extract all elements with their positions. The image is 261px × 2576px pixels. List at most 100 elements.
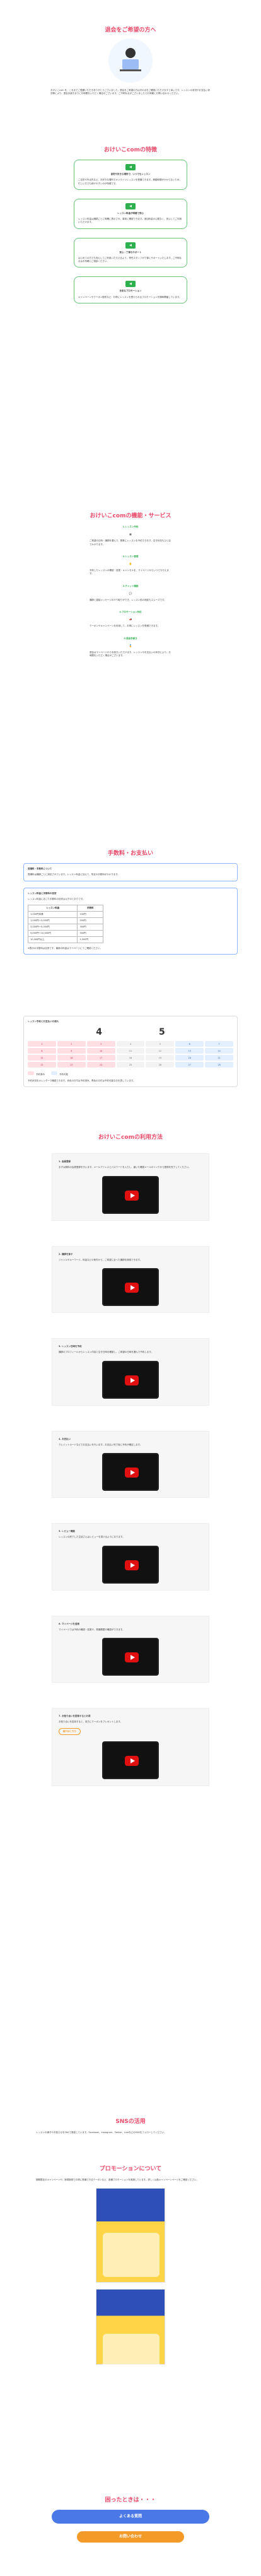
video-player[interactable] xyxy=(102,1638,159,1676)
howto-step-body: 講師のプロフィールからレッスン内容と空き日時を確認し、ご希望の日時を選んで予約し… xyxy=(59,1351,153,1354)
features-section: おけいこcomの特徴 ◀ 自宅や好きな場所で、いつでもレッスン ご自宅や外出先な… xyxy=(0,145,261,303)
howto-step-2: 2. 講師を探す ジャンルやキーワード、料金などの条件から、ご希望に合った講師を… xyxy=(52,1245,209,1313)
howto-step-body: まずは無料の会員登録を行います。メールアドレスとパスワードを入力し、届いた確認メ… xyxy=(59,1166,191,1169)
calendar-day: 24 xyxy=(86,1062,115,1068)
feature-heading: レッスン料金が明確で安心 xyxy=(117,211,144,215)
calendar-day: 9 xyxy=(57,1048,86,1054)
laptop-icon xyxy=(119,47,141,71)
calendar-day: 2 xyxy=(57,1041,86,1047)
calendar-month-a: 4 xyxy=(96,1027,102,1038)
chat-icon: 💬 xyxy=(129,591,132,595)
video-player[interactable] xyxy=(102,1175,159,1214)
megaphone-icon: ◀ xyxy=(125,242,136,249)
features-title: おけいこcomの特徴 xyxy=(104,147,157,153)
video-player[interactable] xyxy=(102,1360,159,1399)
video-player[interactable] xyxy=(102,1268,159,1306)
calendar-day: 13 xyxy=(175,1048,204,1054)
feature-card-3: ◀ 安心・丁寧なサポート はじめての方でも安心してご利用いただけるよう、専任スタ… xyxy=(74,237,187,268)
calendar-day: 3 xyxy=(86,1041,115,1047)
calendar-day: 23 xyxy=(57,1062,86,1068)
person-with-laptop-illustration xyxy=(108,38,153,83)
howto-step-heading: 4. お支払い xyxy=(59,1437,71,1440)
service-body: 講師と直接メッセージのやり取りができ、レッスン前の相談もスムーズです。 xyxy=(90,598,166,601)
calendar-day: 8 xyxy=(28,1048,56,1054)
faq-button[interactable]: よくある質問 xyxy=(52,2510,209,2524)
megaphone-icon: ◀ xyxy=(125,164,136,170)
legend-available: 予約可能 xyxy=(51,1071,68,1076)
howto-step-body: ジャンルやキーワード、料金などの条件から、ご希望に合った講師を検索できます。 xyxy=(59,1258,142,1261)
referral-badge[interactable]: 紹介はこちら xyxy=(59,1727,81,1735)
service-item-5: 5.退会手続き 🏅 退会はマイページから手続きいただけます。レッスンやお支払いの… xyxy=(90,637,171,658)
service-heading: 5.退会手続き xyxy=(124,637,137,640)
feature-heading: 自宅や好きな場所で、いつでもレッスン xyxy=(110,173,151,175)
table-cell: 300円 xyxy=(77,924,103,931)
howto-title: おけいこcomの利用方法 xyxy=(98,1134,163,1141)
calendar-day: 14 xyxy=(205,1048,233,1054)
feature-heading: 多彩なプロモーション xyxy=(119,290,142,293)
table-row: 1,000円〜3,000円 200円 xyxy=(27,917,103,924)
calendar-day: 1 xyxy=(28,1041,56,1047)
table-cell: 1,000円未満 xyxy=(27,911,78,918)
calendar-icon: ▦ xyxy=(129,532,132,536)
table-cell: 3,000円〜5,000円 xyxy=(27,924,78,931)
video-player[interactable] xyxy=(102,1741,159,1779)
calendar-day: 17 xyxy=(86,1055,115,1061)
calendar-day: 16 xyxy=(57,1055,86,1061)
table-cell: 500円 xyxy=(77,930,103,937)
legend-reserved: 予約済み xyxy=(28,1071,45,1076)
howto-step-5: 5. レビュー機能 レッスンの終了した生徒さんはレビューを書けるようになります。 xyxy=(52,1523,209,1591)
fees-box-text: レッスン料金に応じた手数料の目安は以下のとおりです。 xyxy=(28,897,85,900)
feature-heading: 安心・丁寧なサポート xyxy=(119,250,142,254)
feature-body: ご自宅や外出先など、お好きな場所でオンラインレッスンを受講できます。移動時間がか… xyxy=(78,179,182,185)
service-body: 退会はマイページから手続きいただけます。レッスンやお支払いの状況により、お時間を… xyxy=(90,650,171,657)
service-heading: 1.レッスン予約 xyxy=(122,526,139,528)
feature-body: キャンペーンやクーポン配布など、お得にレッスンを受けられるプロモーションを随時開… xyxy=(78,295,182,298)
video-player[interactable] xyxy=(102,1545,159,1584)
table-cell: 10,000円以上 xyxy=(27,936,78,943)
howto-step-heading: 6. マイページを活用 xyxy=(59,1622,79,1625)
table-cell: 200円 xyxy=(77,917,103,924)
service-heading: 3.チャット機能 xyxy=(122,584,139,587)
table-header: レッスン料金 xyxy=(27,905,78,912)
calendar-day: 26 xyxy=(146,1062,175,1068)
howto-section: おけいこcomの利用方法 1. 会員登録 まずは無料の会員登録を行います。メール… xyxy=(0,1132,261,1786)
table-cell: 100円 xyxy=(77,911,103,918)
howto-step-heading: 3. レッスン日時を予約 xyxy=(59,1345,82,1348)
calendar-day: 4 xyxy=(116,1041,145,1047)
table-row: 5,000円〜10,000円 500円 xyxy=(27,930,103,937)
calendar-day: 10 xyxy=(86,1048,115,1054)
service-body: 予約したレッスンの確認・変更・キャンセルを、マイページからいつでも行えます。 xyxy=(90,569,169,575)
table-row: 10,000円以上 1,000円 xyxy=(27,936,103,943)
contact-button[interactable]: お問い合わせ xyxy=(77,2531,184,2543)
service-item-2: 2.レッスン管理 ✋ 予約したレッスンの確認・変更・キャンセルを、マイページから… xyxy=(90,555,171,576)
calendar-day: 21 xyxy=(205,1055,233,1061)
fees-box-text: 受講料は講師ごとに設定されています。レッスン料金に加えて、所定の手数料がかかりま… xyxy=(28,873,120,876)
howto-step-heading: 5. レビュー機能 xyxy=(59,1530,75,1532)
feature-card-4: ◀ 多彩なプロモーション キャンペーンやクーポン配布など、お得にレッスンを受けら… xyxy=(74,276,187,303)
calendar-day: 19 xyxy=(146,1055,175,1061)
howto-step-heading: 2. 講師を探す xyxy=(59,1252,73,1256)
calendar-day: 18 xyxy=(116,1055,145,1061)
calendar-day: 5 xyxy=(146,1041,175,1047)
calendar-day: 25 xyxy=(116,1062,145,1068)
megaphone-icon: ◀ xyxy=(125,203,136,209)
help-section: 困ったときは・・・ よくある質問 お問い合わせ xyxy=(0,2495,261,2543)
table-row: 3,000円〜5,000円 300円 xyxy=(27,924,103,931)
hero-title: 退会をご希望の方へ xyxy=(105,27,156,33)
promotion-body: 期間限定のキャンペーンや、新規登録でお得に受講できるクーポンなど、各種プロモーシ… xyxy=(36,2179,199,2181)
howto-step-body: クレジットカードなどでお支払いを行います。お支払い完了後に予約が確定します。 xyxy=(59,1443,142,1446)
calendar-box: レッスン予約とお支払いの流れ 4 5 1 2 3 4 5 6 7 8 9 10 … xyxy=(23,1016,238,1087)
service-item-3: 3.チャット機能 💬 講師と直接メッセージのやり取りができ、レッスン前の相談もス… xyxy=(90,585,171,603)
video-player[interactable] xyxy=(102,1453,159,1491)
fees-title: 手数料・お支払い xyxy=(107,850,153,857)
fees-section: 手数料・お支払い 受講料・手数料について 受講料は講師ごとに設定されています。レ… xyxy=(0,849,261,955)
calendar-grid: 1 2 3 4 5 6 7 8 9 10 11 12 13 14 15 16 1… xyxy=(28,1041,233,1068)
howto-step-1: 1. 会員登録 まずは無料の会員登録を行います。メールアドレスとパスワードを入力… xyxy=(52,1153,209,1221)
hero-section: 退会をご希望の方へ おけいこcom を、これまでご愛顧いただきありがとうございま… xyxy=(50,25,211,96)
table-cell: 1,000円 xyxy=(77,936,103,943)
fees-table: レッスン料金 手数料 1,000円未満 100円 1,000円〜3,000円 200… xyxy=(27,905,103,943)
megaphone-icon: 📣 xyxy=(129,618,132,621)
howto-step-heading: 7. お知り合いを招待するとお得 xyxy=(59,1715,91,1717)
calendar-day: 22 xyxy=(28,1062,56,1068)
hero-body: おけいこcom を、これまでご愛顧いただきありがとうございました。退会をご希望の… xyxy=(50,89,211,95)
